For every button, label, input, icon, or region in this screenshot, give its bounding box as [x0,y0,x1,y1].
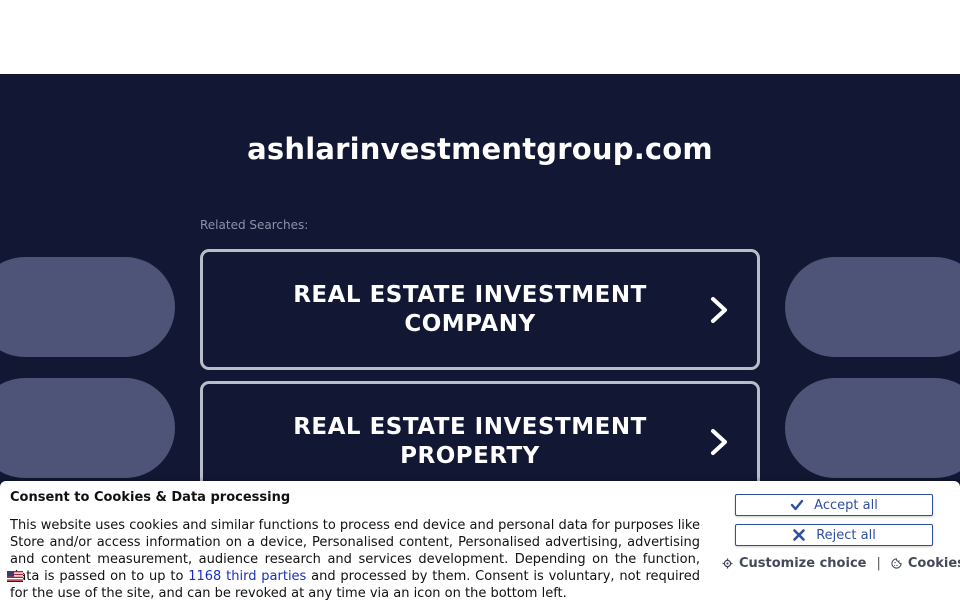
reject-all-label: Reject all [816,527,876,543]
page: ashlarinvestmentgroup.com Related Search… [0,0,960,600]
flag-icon[interactable] [7,571,23,582]
customize-choice-label: Customize choice [739,556,867,571]
accept-all-button[interactable]: Accept all [735,494,933,516]
decorative-pill-right-2 [785,378,960,478]
related-search-line1: REAL ESTATE INVESTMENT [293,281,647,308]
customize-choice-link[interactable]: Customize choice [722,556,866,571]
cookies-label: Cookies [907,556,960,571]
cookies-link[interactable]: Cookies [891,556,960,571]
close-icon [793,529,805,541]
link-separator: | [876,556,881,571]
top-bar [0,0,960,74]
related-search-line1: REAL ESTATE INVESTMENT [293,413,647,440]
related-searches-label: Related Searches: [200,218,309,232]
decorative-pill-left-1 [0,257,175,357]
accept-all-label: Accept all [814,497,878,513]
check-icon [790,499,804,511]
gear-icon [722,558,733,569]
chevron-right-icon [711,429,727,455]
decorative-pill-left-2 [0,378,175,478]
third-parties-link[interactable]: 1168 third parties [188,569,306,584]
cookie-icon [891,558,902,569]
related-search-line2: COMPANY [404,310,536,337]
cookie-secondary-links: Customize choice | Cookies [722,556,960,571]
cookie-consent-text: This website uses cookies and similar fu… [10,517,700,600]
cookie-consent-banner: Consent to Cookies & Data processing Thi… [0,481,960,600]
cookie-consent-title: Consent to Cookies & Data processing [10,490,291,505]
decorative-pill-right-1 [785,257,960,357]
domain-title: ashlarinvestmentgroup.com [247,132,713,166]
reject-all-button[interactable]: Reject all [735,524,933,546]
chevron-right-icon [711,297,727,323]
related-search-button-1[interactable]: REAL ESTATE INVESTMENT COMPANY [200,249,760,370]
related-search-line2: PROPERTY [400,442,540,469]
related-search-label: REAL ESTATE INVESTMENT COMPANY [243,252,697,367]
